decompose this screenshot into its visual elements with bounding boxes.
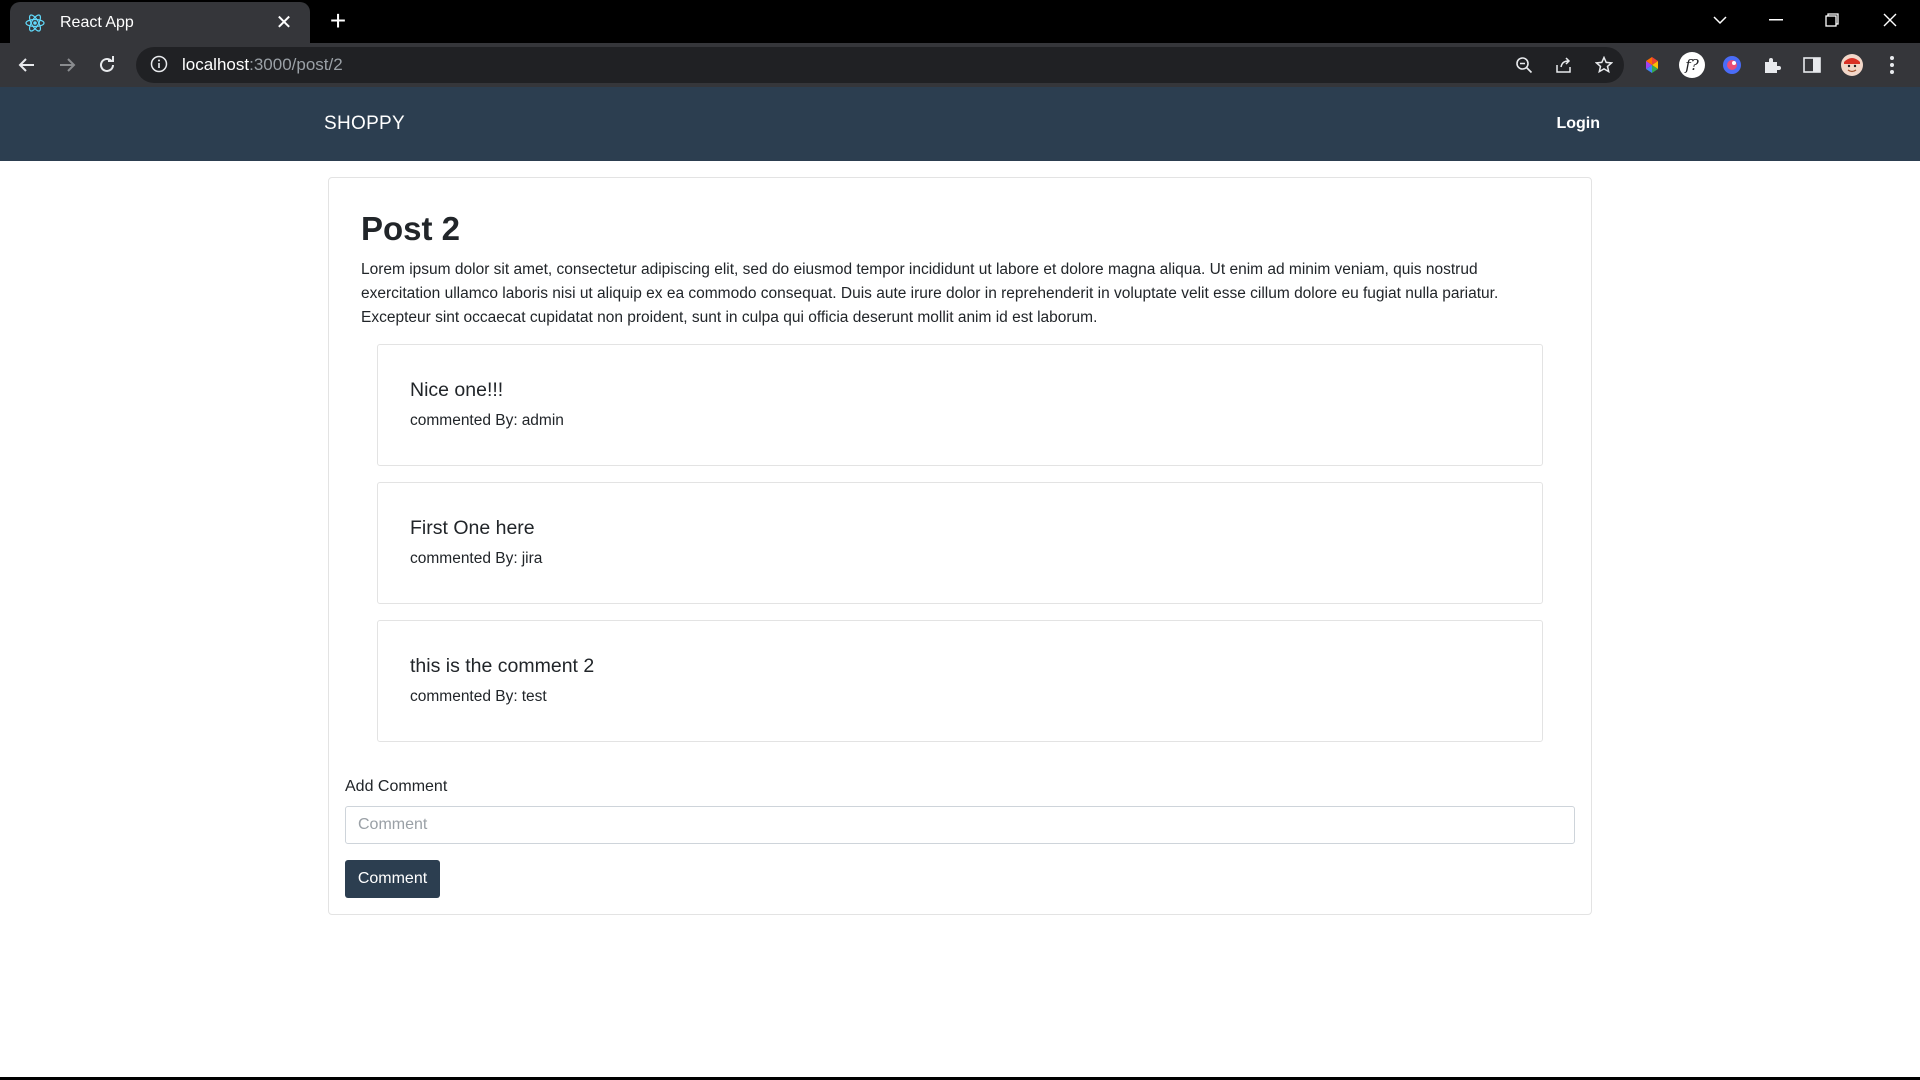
- back-icon[interactable]: [11, 49, 43, 81]
- post-card: Post 2 Lorem ipsum dolor sit amet, conse…: [328, 177, 1592, 915]
- new-tab-icon[interactable]: +: [322, 6, 354, 38]
- browser-tab[interactable]: React App ✕: [10, 2, 310, 43]
- browser-chrome: React App ✕ + localhost:3000/post/2 f?: [0, 0, 1920, 87]
- blue-extension-icon[interactable]: [1716, 49, 1748, 81]
- bookmark-star-icon[interactable]: [1584, 47, 1624, 83]
- comment-text: this is the comment 2: [410, 655, 595, 677]
- comment-submit-button[interactable]: Comment: [345, 860, 440, 898]
- info-icon[interactable]: [150, 55, 170, 75]
- svg-text:f?: f?: [1684, 56, 1700, 74]
- url-text: localhost:3000/post/2: [182, 55, 343, 74]
- font-extension-icon[interactable]: f?: [1676, 49, 1708, 81]
- comment-card: this is the comment 2 commented By: test: [377, 620, 1543, 742]
- post-body: Lorem ipsum dolor sit amet, consectetur …: [361, 261, 1499, 326]
- app-navbar: SHOPPY Login: [0, 87, 1920, 161]
- brand-logo[interactable]: SHOPPY: [324, 113, 405, 135]
- comment-author: commented By: admin: [410, 412, 564, 429]
- browser-toolbar: localhost:3000/post/2 f?: [0, 43, 1920, 87]
- login-link[interactable]: Login: [1556, 115, 1600, 133]
- zoom-icon[interactable]: [1504, 47, 1544, 83]
- color-extension-icon[interactable]: [1636, 49, 1668, 81]
- forward-icon[interactable]: [51, 49, 83, 81]
- share-icon[interactable]: [1544, 47, 1584, 83]
- comment-card: First One here commented By: jira: [377, 482, 1543, 604]
- extensions-puzzle-icon[interactable]: [1756, 49, 1788, 81]
- tab-search-icon[interactable]: [1692, 0, 1748, 40]
- comment-author: commented By: test: [410, 688, 547, 705]
- menu-kebab-icon[interactable]: [1876, 49, 1908, 81]
- comment-text: Nice one!!!: [410, 379, 504, 401]
- comment-input[interactable]: [345, 806, 1575, 844]
- reload-icon[interactable]: [91, 49, 123, 81]
- close-tab-icon[interactable]: ✕: [272, 10, 296, 35]
- close-window-icon[interactable]: [1862, 0, 1918, 40]
- react-icon: [24, 12, 46, 34]
- tab-title: React App: [60, 13, 134, 31]
- address-bar[interactable]: localhost:3000/post/2: [136, 47, 1624, 83]
- comment-card: Nice one!!! commented By: admin: [377, 344, 1543, 466]
- profile-avatar[interactable]: [1836, 49, 1868, 81]
- comment-author: commented By: jira: [410, 550, 543, 567]
- restore-icon[interactable]: [1804, 0, 1860, 40]
- add-comment-label: Add Comment: [345, 778, 448, 795]
- comment-text: First One here: [410, 517, 535, 539]
- side-panel-icon[interactable]: [1796, 49, 1828, 81]
- post-title: Post 2: [361, 210, 461, 247]
- tab-strip: React App ✕ +: [0, 0, 1920, 43]
- minimize-icon[interactable]: [1748, 0, 1804, 40]
